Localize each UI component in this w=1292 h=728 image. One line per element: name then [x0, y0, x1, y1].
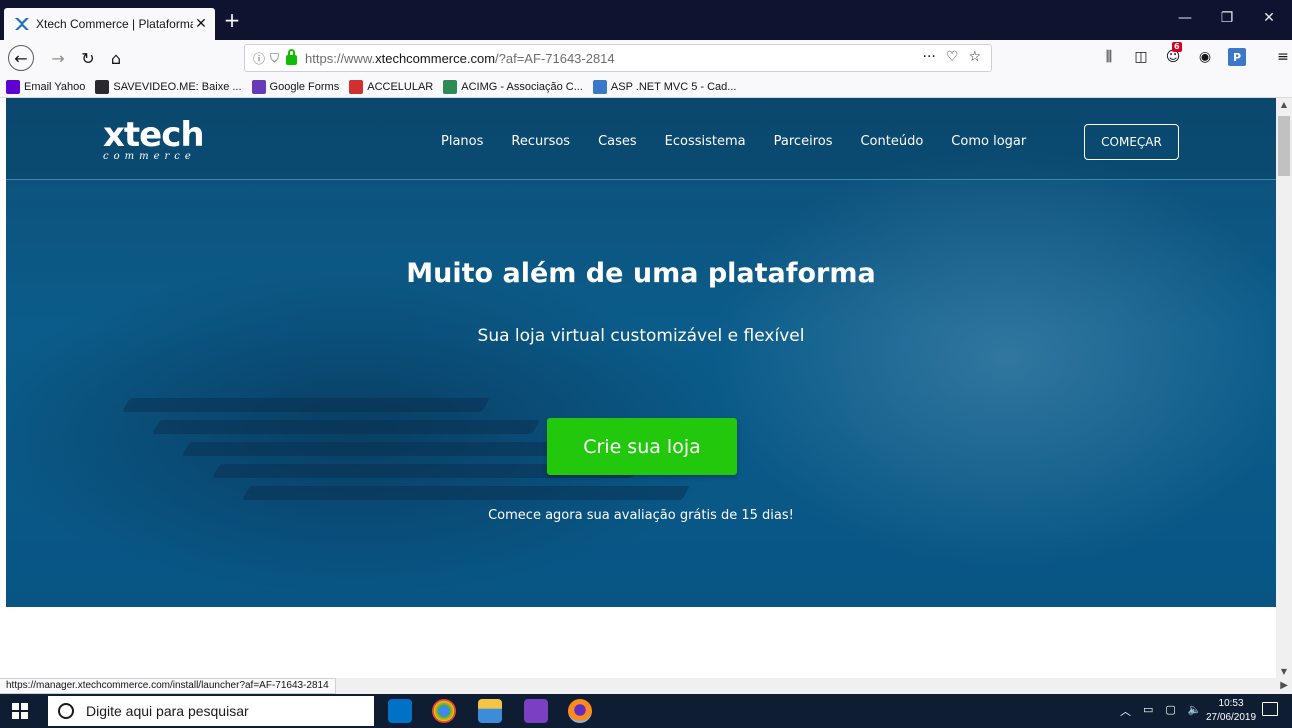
- reload-icon[interactable]: ↻: [76, 46, 100, 70]
- accelular-icon: [349, 79, 364, 94]
- new-tab-icon[interactable]: +: [222, 10, 242, 30]
- keyboard-background: [121, 398, 491, 412]
- hero-title: Muito além de uma plataforma: [406, 258, 876, 289]
- close-window-icon[interactable]: ✕: [1254, 10, 1284, 26]
- bookmark-star-icon[interactable]: ☆: [968, 49, 981, 65]
- tab-close-icon[interactable]: ✕: [193, 16, 209, 32]
- forward-arrow-icon[interactable]: →: [46, 46, 70, 70]
- library-icon[interactable]: ⫼: [1100, 48, 1118, 66]
- display-icon[interactable]: ▢: [1165, 703, 1175, 719]
- bookmark-label: Google Forms: [269, 80, 340, 93]
- bookmarks-toolbar: Email Yahoo SAVEVIDEO.ME: Baixe ... Google…: [0, 76, 1292, 98]
- notification-badge: 6: [1172, 42, 1182, 52]
- sidebar-icon[interactable]: ◫: [1132, 48, 1150, 66]
- xtech-favicon-icon: [15, 18, 29, 30]
- menu-item-cases[interactable]: Cases: [598, 134, 637, 149]
- menu-item-planos[interactable]: Planos: [441, 134, 483, 149]
- action-center-icon[interactable]: [1262, 702, 1278, 716]
- bookmark-label: SAVEVIDEO.ME: Baixe ...: [113, 80, 242, 93]
- clock-date: 27/06/2019: [1206, 712, 1257, 723]
- search-placeholder: Digite aqui para pesquisar: [86, 703, 249, 719]
- menu-item-parceiros[interactable]: Parceiros: [774, 134, 833, 149]
- browser-tab[interactable]: Xtech Commerce | Plataforma ✕: [4, 8, 215, 40]
- clock-time: 10:53: [1218, 698, 1244, 709]
- outlook-app-icon[interactable]: [388, 699, 412, 723]
- network-icon[interactable]: ▭: [1143, 703, 1153, 719]
- hero-subtitle: Sua loja virtual customizável e flexível: [477, 326, 805, 346]
- info-icon[interactable]: ⓘ: [253, 50, 265, 67]
- menu-item-conteudo[interactable]: Conteúdo: [860, 134, 923, 149]
- scroll-down-icon[interactable]: ▼: [1276, 667, 1292, 676]
- cortana-icon[interactable]: [58, 703, 74, 719]
- minimize-icon[interactable]: —: [1170, 10, 1200, 26]
- visual-studio-icon[interactable]: [524, 699, 548, 723]
- windows-start-icon[interactable]: [12, 703, 28, 719]
- vertical-scrollbar[interactable]: ▲ ▼: [1276, 98, 1292, 678]
- taskbar-search-input[interactable]: Digite aqui para pesquisar 🎙: [48, 696, 413, 726]
- yahoo-icon: [6, 79, 20, 94]
- keyboard-background: [241, 486, 691, 500]
- crie-sua-loja-button[interactable]: Crie sua loja: [547, 418, 737, 475]
- tab-title: Xtech Commerce | Plataforma: [36, 17, 193, 31]
- extension-notifications-icon[interactable]: ☺ 6: [1164, 42, 1182, 66]
- menu-item-como-logar[interactable]: Como logar: [951, 134, 1026, 149]
- account-icon[interactable]: ◉: [1196, 48, 1214, 66]
- shield-icon[interactable]: ⛉: [270, 51, 279, 66]
- menu-item-ecossistema[interactable]: Ecossistema: [665, 134, 746, 149]
- scrollbar-thumb[interactable]: [1278, 116, 1290, 176]
- back-arrow-icon[interactable]: ←: [8, 45, 34, 71]
- bookmark-label: ACCELULAR: [367, 80, 434, 93]
- extension-p-icon[interactable]: P: [1228, 48, 1246, 66]
- system-tray: ︿ ▭ ▢ 🔈: [1120, 703, 1202, 719]
- pocket-icon[interactable]: ♡: [946, 49, 959, 65]
- bookmark-label: ASP .NET MVC 5 - Cad...: [610, 80, 737, 93]
- google-forms-icon: [251, 79, 266, 94]
- url-bar[interactable]: ⓘ ⛉ https://www.xtechcommerce.com/?af=AF…: [244, 44, 992, 72]
- bookmark-item[interactable]: Google Forms: [251, 79, 340, 94]
- xtech-logo[interactable]: xtech commerce: [103, 118, 205, 162]
- main-menu: Planos Recursos Cases Ecossistema Parcei…: [441, 134, 1026, 149]
- bookmark-item[interactable]: ACIMG - Associação C...: [443, 79, 583, 94]
- url-text[interactable]: https://www.xtechcommerce.com/?af=AF-716…: [305, 51, 615, 66]
- firefox-app-icon[interactable]: [568, 699, 592, 723]
- bookmark-label: Email Yahoo: [24, 80, 86, 93]
- acimg-icon: [443, 79, 458, 94]
- restore-icon[interactable]: ❐: [1212, 10, 1242, 26]
- globe-icon: [95, 79, 110, 94]
- bookmark-item[interactable]: ASP .NET MVC 5 - Cad...: [592, 79, 737, 94]
- browser-titlebar: Xtech Commerce | Plataforma ✕ + — ❐ ✕: [0, 0, 1292, 40]
- lock-icon[interactable]: [286, 49, 298, 65]
- keyboard-background: [151, 420, 541, 434]
- taskbar-clock[interactable]: 10:53 27/06/2019: [1206, 697, 1256, 725]
- windows-taskbar: Digite aqui para pesquisar 🎙 ︿ ▭ ▢ 🔈 10:…: [0, 694, 1292, 728]
- bookmark-label: ACIMG - Associação C...: [461, 80, 583, 93]
- keyboard-background: [181, 442, 591, 456]
- menu-item-recursos[interactable]: Recursos: [511, 134, 570, 149]
- trial-note: Comece agora sua avaliação grátis de 15 …: [488, 508, 794, 523]
- bookmark-item[interactable]: SAVEVIDEO.ME: Baixe ...: [95, 79, 242, 94]
- bookmark-item[interactable]: Email Yahoo: [6, 79, 86, 94]
- file-explorer-icon[interactable]: [478, 699, 502, 723]
- macoratti-icon: [592, 79, 607, 94]
- page-viewport: xtech commerce Planos Recursos Cases Eco…: [0, 98, 1276, 678]
- home-icon[interactable]: ⌂: [104, 46, 128, 70]
- comecar-button[interactable]: COMEÇAR: [1084, 124, 1179, 160]
- bookmark-item[interactable]: ACCELULAR: [349, 79, 434, 94]
- show-hidden-icons-icon[interactable]: ︿: [1120, 703, 1131, 719]
- hero-section: xtech commerce Planos Recursos Cases Eco…: [6, 98, 1276, 607]
- link-status-bar: https://manager.xtechcommerce.com/instal…: [0, 678, 336, 694]
- page-actions-icon[interactable]: ···: [923, 49, 936, 65]
- scroll-right-icon[interactable]: ▶: [1280, 680, 1288, 691]
- browser-navbar: ← → ↻ ⌂ ⓘ ⛉ https://www.xtechcommerce.co…: [0, 40, 1292, 76]
- site-header: xtech commerce Planos Recursos Cases Eco…: [6, 98, 1276, 180]
- menu-icon[interactable]: ≡: [1274, 48, 1292, 66]
- chrome-app-icon[interactable]: [432, 699, 456, 723]
- scroll-up-icon[interactable]: ▲: [1276, 100, 1292, 109]
- volume-icon[interactable]: 🔈: [1188, 703, 1202, 719]
